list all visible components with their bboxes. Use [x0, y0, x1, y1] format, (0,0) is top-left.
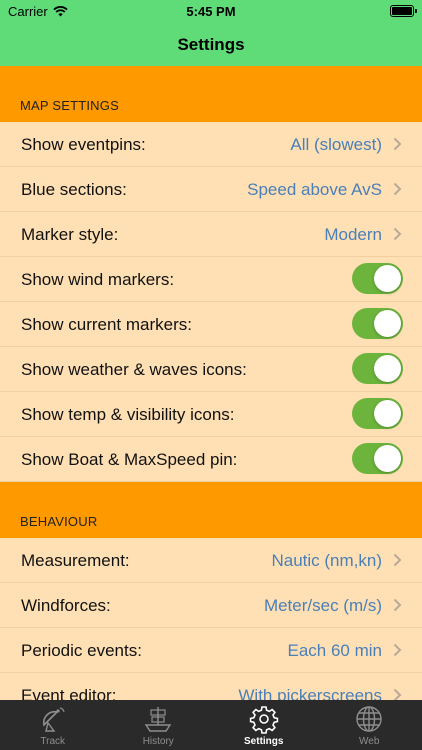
row-blue-sections[interactable]: Blue sections: Speed above AvS [0, 167, 422, 212]
row-label: Show wind markers: [21, 270, 175, 289]
tab-bar: Track History Settings Web [0, 700, 422, 750]
clock: 5:45 PM [186, 4, 236, 19]
globe-icon [356, 706, 382, 732]
tab-web[interactable]: Web [317, 700, 422, 750]
navigation-bar: Settings [0, 24, 422, 66]
current-markers-toggle[interactable] [352, 308, 403, 339]
row-show-wind-markers: Show wind markers: [0, 257, 422, 302]
wind-markers-toggle[interactable] [352, 263, 403, 294]
section-title: BEHAVIOUR [20, 514, 98, 529]
tab-label: Track [40, 736, 66, 747]
status-bar: Carrier 5:45 PM [0, 0, 422, 24]
section-title: MAP SETTINGS [20, 98, 119, 113]
row-value: Speed above AvS [247, 180, 382, 199]
battery-icon [390, 5, 417, 17]
row-label: Show Boat & MaxSpeed pin: [21, 450, 238, 469]
tab-label: History [142, 736, 174, 747]
tab-settings[interactable]: Settings [211, 700, 317, 750]
row-show-boat-maxspeed-pin: Show Boat & MaxSpeed pin: [0, 437, 422, 482]
chevron-right-icon [393, 553, 402, 567]
ship-icon [144, 707, 172, 732]
row-label: Measurement: [21, 551, 130, 570]
row-show-weather-waves-icons: Show weather & waves icons: [0, 347, 422, 392]
row-label: Periodic events: [21, 641, 142, 660]
chevron-right-icon [393, 227, 402, 241]
tab-track[interactable]: Track [0, 700, 106, 750]
row-value: Meter/sec (m/s) [263, 596, 382, 615]
row-label: Show current markers: [21, 315, 192, 334]
row-label: Blue sections: [21, 180, 127, 199]
page-title: Settings [177, 35, 245, 54]
row-label: Show weather & waves icons: [21, 360, 247, 379]
row-value: Modern [324, 225, 382, 244]
row-label: Marker style: [21, 225, 119, 244]
row-value: Each 60 min [287, 641, 383, 660]
row-value: With pickerscreens [238, 686, 382, 700]
temp-visibility-icons-toggle[interactable] [352, 398, 403, 429]
settings-list[interactable]: MAP SETTINGS Show eventpins: All (slowes… [0, 66, 422, 700]
satellite-dish-icon [42, 707, 65, 732]
chevron-right-icon [393, 688, 402, 700]
tab-label: Web [359, 736, 380, 747]
row-event-editor[interactable]: Event editor: With pickerscreens [0, 673, 422, 700]
row-value: Nautic (nm,kn) [271, 551, 382, 570]
section-header-behaviour: BEHAVIOUR [0, 482, 422, 538]
row-windforces[interactable]: Windforces: Meter/sec (m/s) [0, 583, 422, 628]
chevron-right-icon [393, 643, 402, 657]
row-show-eventpins[interactable]: Show eventpins: All (slowest) [0, 122, 422, 167]
row-label: Event editor: [21, 686, 117, 700]
boat-maxspeed-pin-toggle[interactable] [352, 443, 403, 474]
row-value: All (slowest) [290, 135, 382, 154]
weather-waves-icons-toggle[interactable] [352, 353, 403, 384]
section-header-map-settings: MAP SETTINGS [0, 66, 422, 122]
row-periodic-events[interactable]: Periodic events: Each 60 min [0, 628, 422, 673]
gear-icon [249, 706, 278, 734]
row-show-temp-visibility-icons: Show temp & visibility icons: [0, 392, 422, 437]
chevron-right-icon [393, 182, 402, 196]
tab-history[interactable]: History [106, 700, 212, 750]
tab-label: Settings [244, 736, 284, 747]
row-show-current-markers: Show current markers: [0, 302, 422, 347]
chevron-right-icon [393, 137, 402, 151]
row-label: Show eventpins: [21, 135, 146, 154]
row-label: Windforces: [21, 596, 111, 615]
row-marker-style[interactable]: Marker style: Modern [0, 212, 422, 257]
row-measurement[interactable]: Measurement: Nautic (nm,kn) [0, 538, 422, 583]
chevron-right-icon [393, 598, 402, 612]
row-label: Show temp & visibility icons: [21, 405, 235, 424]
